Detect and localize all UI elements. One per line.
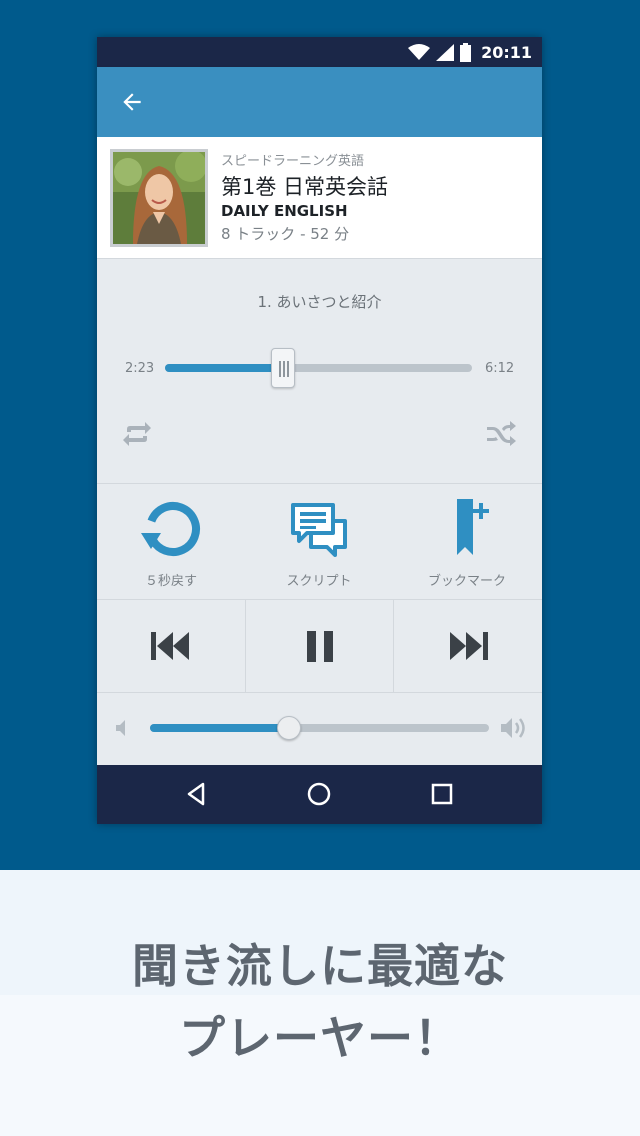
volume-slider-level <box>150 724 289 732</box>
phone-screen: 20:11 スピードラーニング英語 第1巻 日常英会話 DAILY ENGLIS… <box>97 37 542 824</box>
track-title: 1. あいさつと紹介 <box>257 293 382 311</box>
repeat-icon[interactable] <box>121 421 153 447</box>
nav-back-icon[interactable] <box>181 779 211 809</box>
volume-high-icon <box>501 718 525 738</box>
pause-icon <box>307 631 333 662</box>
volume-low-icon <box>116 720 125 736</box>
previous-track-button[interactable] <box>97 600 245 692</box>
replay-5s-label: ５秒戻す <box>144 574 197 589</box>
skip-next-icon <box>450 632 488 660</box>
volume-handle[interactable] <box>276 716 301 740</box>
shuffle-icon[interactable] <box>485 421 517 447</box>
promo-headline-line2: プレーヤー！ <box>179 1011 461 1065</box>
album-subtitle: DAILY ENGLISH <box>221 202 348 220</box>
divider <box>97 692 542 693</box>
nav-recents-icon[interactable] <box>427 779 457 809</box>
bookmark-button[interactable]: ブックマーク <box>393 483 541 599</box>
signal-icon <box>436 43 455 61</box>
wifi-icon <box>408 44 431 60</box>
replay-5-icon <box>141 502 200 556</box>
pause-button[interactable] <box>246 600 394 692</box>
album-meta: 8 トラック - 52 分 <box>221 225 350 243</box>
seek-bar-progress <box>165 364 284 372</box>
status-time: 20:11 <box>481 42 532 62</box>
script-label: スクリプト <box>286 574 352 589</box>
elapsed-time: 2:23 <box>125 361 155 376</box>
system-nav-bar <box>97 765 542 824</box>
seek-bar[interactable] <box>165 364 472 372</box>
nav-home-icon[interactable] <box>304 779 334 809</box>
next-track-button[interactable] <box>394 600 542 692</box>
seek-handle[interactable] <box>271 348 296 388</box>
bookmark-label: ブックマーク <box>427 574 506 589</box>
battery-icon <box>460 42 472 62</box>
skip-previous-icon <box>151 632 189 660</box>
volume-slider[interactable] <box>150 724 489 732</box>
app-bar <box>97 67 542 137</box>
arrow-left-icon[interactable] <box>119 89 145 115</box>
album-title: 第1巻 日常英会話 <box>221 175 389 199</box>
bookmark-add-icon <box>457 499 489 555</box>
replay-5s-button[interactable]: ５秒戻す <box>97 483 245 599</box>
album-series: スピードラーニング英語 <box>221 154 365 169</box>
album-cover-image <box>110 149 208 247</box>
status-bar: 20:11 <box>97 37 542 67</box>
total-time: 6:12 <box>485 361 515 376</box>
script-chat-icon <box>291 503 347 557</box>
album-header: スピードラーニング英語 第1巻 日常英会話 DAILY ENGLISH 8 トラ… <box>97 137 542 259</box>
script-button[interactable]: スクリプト <box>245 483 393 599</box>
promo-headline-line1: 聞き流しに最適な <box>132 939 508 993</box>
